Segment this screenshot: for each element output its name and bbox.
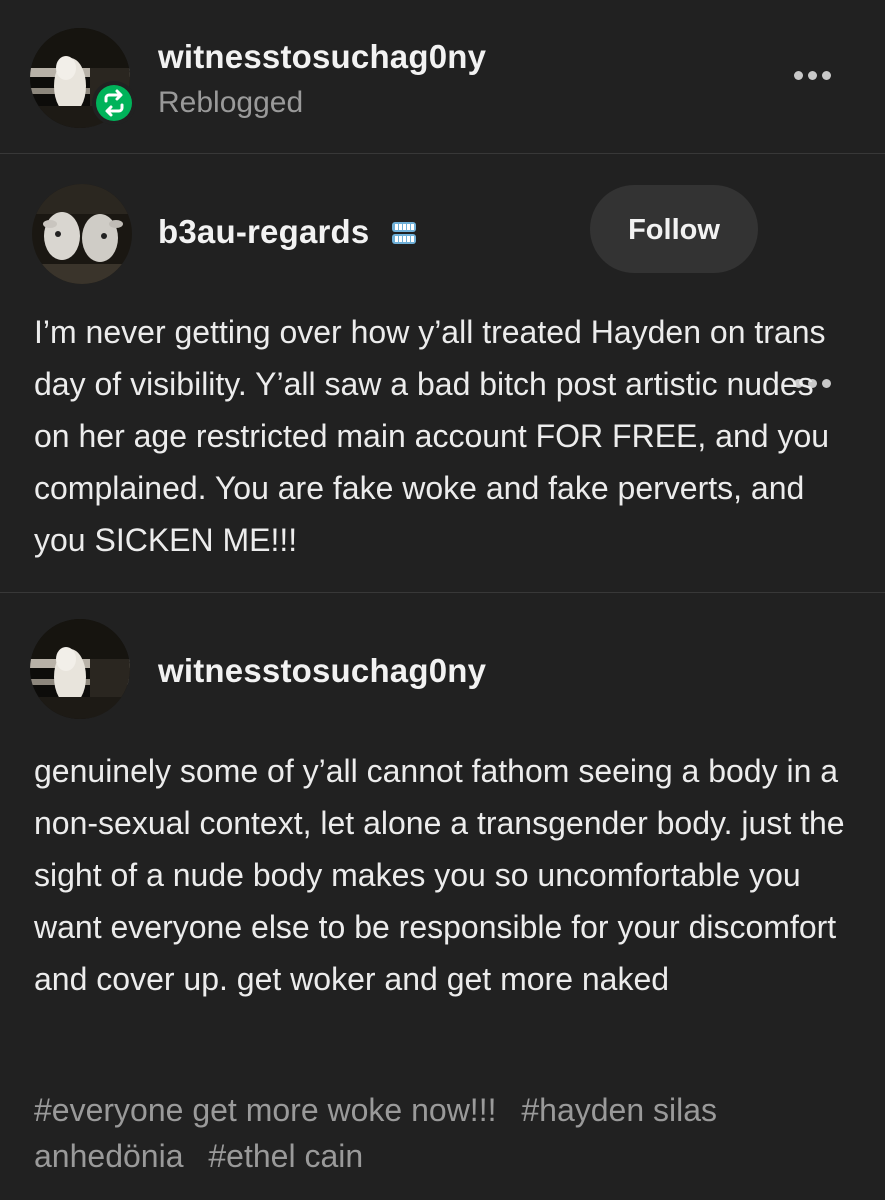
avatar[interactable] — [30, 619, 130, 719]
avatar[interactable] — [32, 184, 132, 284]
trail-username[interactable]: witnesstosuchag0ny — [158, 652, 486, 690]
tags-list: #everyone get more woke now!!! #hayden s… — [34, 1087, 854, 1179]
more-dots-icon[interactable] — [788, 66, 836, 86]
reblog-icon — [104, 89, 124, 117]
post-header: witnesstosuchag0ny Reblogged — [0, 0, 885, 154]
dentures-badge-icon — [392, 222, 416, 244]
trail-username[interactable]: b3au-regards — [158, 213, 369, 251]
post-body: I’m never getting over how y’all treated… — [34, 314, 830, 558]
reblog-post: witnesstosuchag0ny Reblogged b3au-regard… — [0, 0, 885, 1200]
trail-item: b3au-regards Follow I’m never getting ov… — [0, 154, 885, 593]
tag-link[interactable]: #everyone get more woke now!!! — [34, 1092, 496, 1128]
follow-button[interactable]: Follow — [590, 185, 758, 273]
header-username[interactable]: witnesstosuchag0ny — [158, 38, 486, 76]
reblogged-label: Reblogged — [158, 86, 304, 119]
post-body: genuinely some of y’all cannot fathom se… — [34, 753, 845, 997]
trail-item: witnesstosuchag0ny genuinely some of y’a… — [0, 593, 885, 1200]
tag-link[interactable]: #ethel cain — [208, 1138, 363, 1174]
reblog-badge — [92, 81, 136, 125]
